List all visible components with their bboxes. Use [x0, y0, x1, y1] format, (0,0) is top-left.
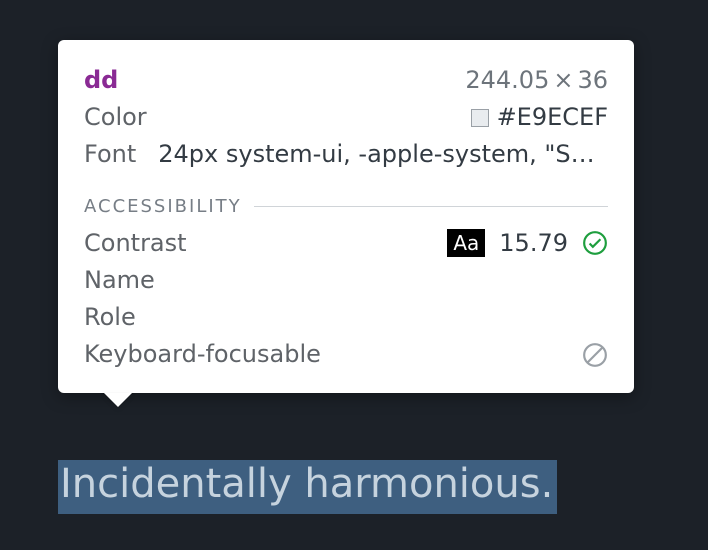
color-swatch-icon	[471, 109, 489, 127]
role-label: Role	[84, 299, 136, 336]
keyboard-label: Keyboard-focusable	[84, 336, 321, 373]
check-circle-icon	[582, 230, 608, 256]
contrast-value-group: Aa 15.79	[447, 225, 608, 262]
dimensions: 244.05×36	[465, 62, 608, 99]
element-inspector-tooltip: dd 244.05×36 Color #E9ECEF Font 24px sys…	[58, 40, 634, 393]
color-row: Color #E9ECEF	[84, 99, 608, 136]
name-row: Name	[84, 262, 608, 299]
tag-name: dd	[84, 62, 118, 99]
contrast-value: 15.79	[499, 225, 568, 262]
contrast-label: Contrast	[84, 225, 187, 262]
role-row: Role	[84, 299, 608, 336]
inspected-element-highlight[interactable]: Incidentally harmonious.	[58, 460, 557, 514]
color-value-wrap: #E9ECEF	[471, 99, 608, 136]
dimensions-width: 244.05	[465, 66, 549, 94]
accessibility-section-header: ACCESSIBILITY	[84, 196, 608, 217]
font-row: Font 24px system-ui, -apple-system, "Seg…	[84, 136, 608, 173]
font-value: 24px system-ui, -apple-system, "Segoe…	[158, 136, 608, 173]
color-value: #E9ECEF	[497, 99, 608, 136]
not-applicable-icon	[582, 342, 608, 368]
contrast-row: Contrast Aa 15.79	[84, 225, 608, 262]
contrast-sample-badge: Aa	[447, 229, 485, 257]
name-label: Name	[84, 262, 155, 299]
keyboard-focusable-row: Keyboard-focusable	[84, 336, 608, 373]
accessibility-title: ACCESSIBILITY	[84, 196, 242, 217]
obscured-background-text	[58, 419, 634, 459]
font-label: Font	[84, 136, 136, 173]
times-symbol: ×	[553, 66, 573, 94]
color-label: Color	[84, 99, 147, 136]
divider-line	[254, 206, 608, 207]
dimensions-height: 36	[577, 66, 608, 94]
header-row: dd 244.05×36	[84, 62, 608, 99]
